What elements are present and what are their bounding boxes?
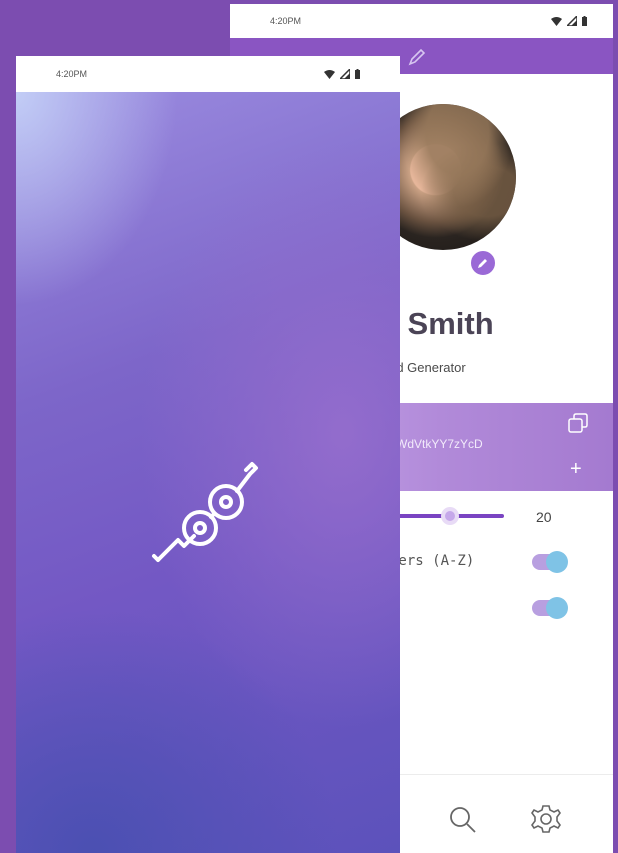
generated-password[interactable]: WdVtkYY7zYcD	[396, 437, 483, 451]
pencil-icon	[478, 259, 487, 268]
status-icons	[324, 69, 360, 79]
battery-icon	[582, 16, 587, 26]
search-icon[interactable]	[448, 805, 478, 840]
edit-icon[interactable]	[406, 46, 428, 73]
status-time: 4:20PM	[56, 69, 88, 79]
splash-screen: 4:20PM	[16, 56, 400, 853]
option-label-uppercase: ters (A-Z)	[390, 553, 475, 569]
key-chain-icon	[150, 456, 260, 573]
signal-icon	[340, 69, 350, 79]
settings-icon[interactable]	[530, 803, 562, 840]
add-icon[interactable]: +	[570, 459, 582, 479]
wifi-icon	[324, 69, 335, 79]
length-value: 20	[536, 509, 552, 525]
toggle-second[interactable]	[532, 597, 568, 619]
avatar-edit-button[interactable]	[468, 248, 498, 278]
copy-icon[interactable]	[566, 411, 592, 442]
signal-icon	[567, 16, 577, 26]
length-slider-thumb[interactable]	[441, 507, 459, 525]
status-time: 4:20PM	[270, 16, 302, 26]
status-icons	[551, 16, 587, 26]
profile-subtitle: rd Generator	[392, 360, 466, 375]
battery-icon	[355, 69, 360, 79]
status-bar: 4:20PM	[16, 56, 400, 92]
splash-background	[16, 92, 400, 853]
screenshot-stage: 4:20PM h Smith rd Generator WdVtkYY7zYcD…	[0, 0, 618, 853]
toggle-uppercase[interactable]	[532, 551, 568, 573]
status-bar: 4:20PM	[230, 4, 613, 38]
wifi-icon	[551, 16, 562, 26]
